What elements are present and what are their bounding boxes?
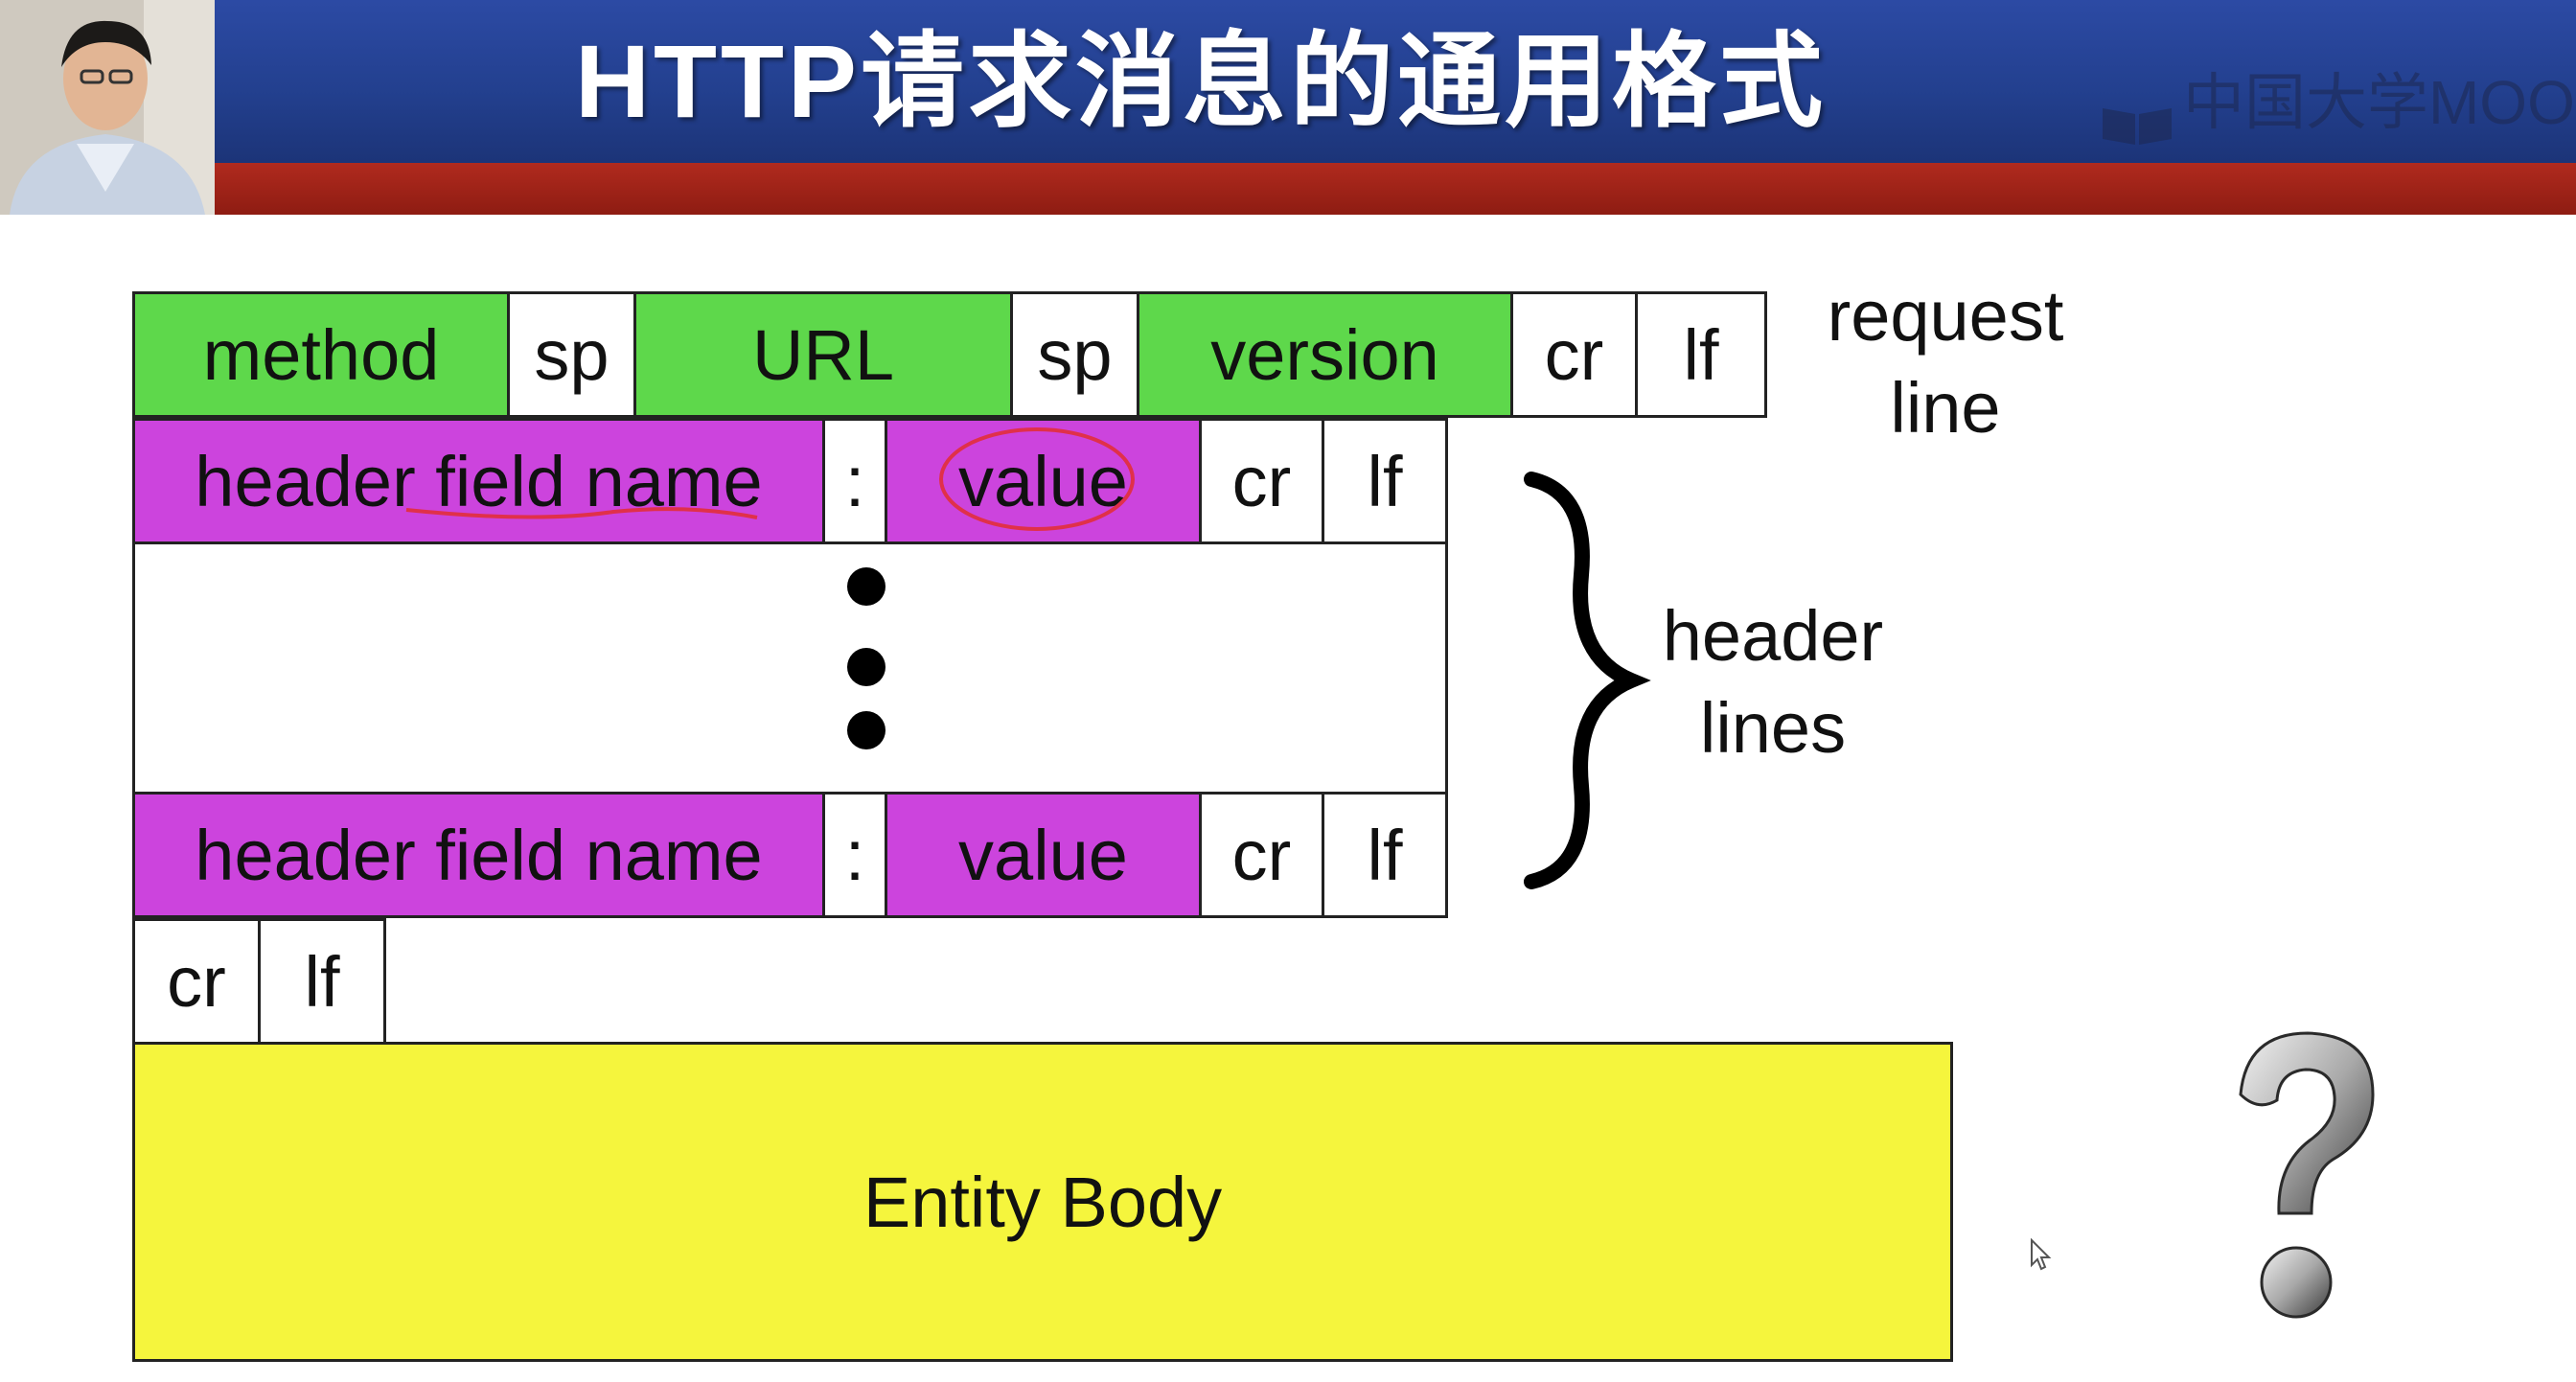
value-circle-annotation <box>939 427 1135 531</box>
hand-annotations <box>405 427 1135 531</box>
field-name-underline-annotation <box>405 507 758 519</box>
question-mark-icon <box>2239 1031 2375 1319</box>
mouse-pointer-icon <box>2031 1238 2052 1271</box>
